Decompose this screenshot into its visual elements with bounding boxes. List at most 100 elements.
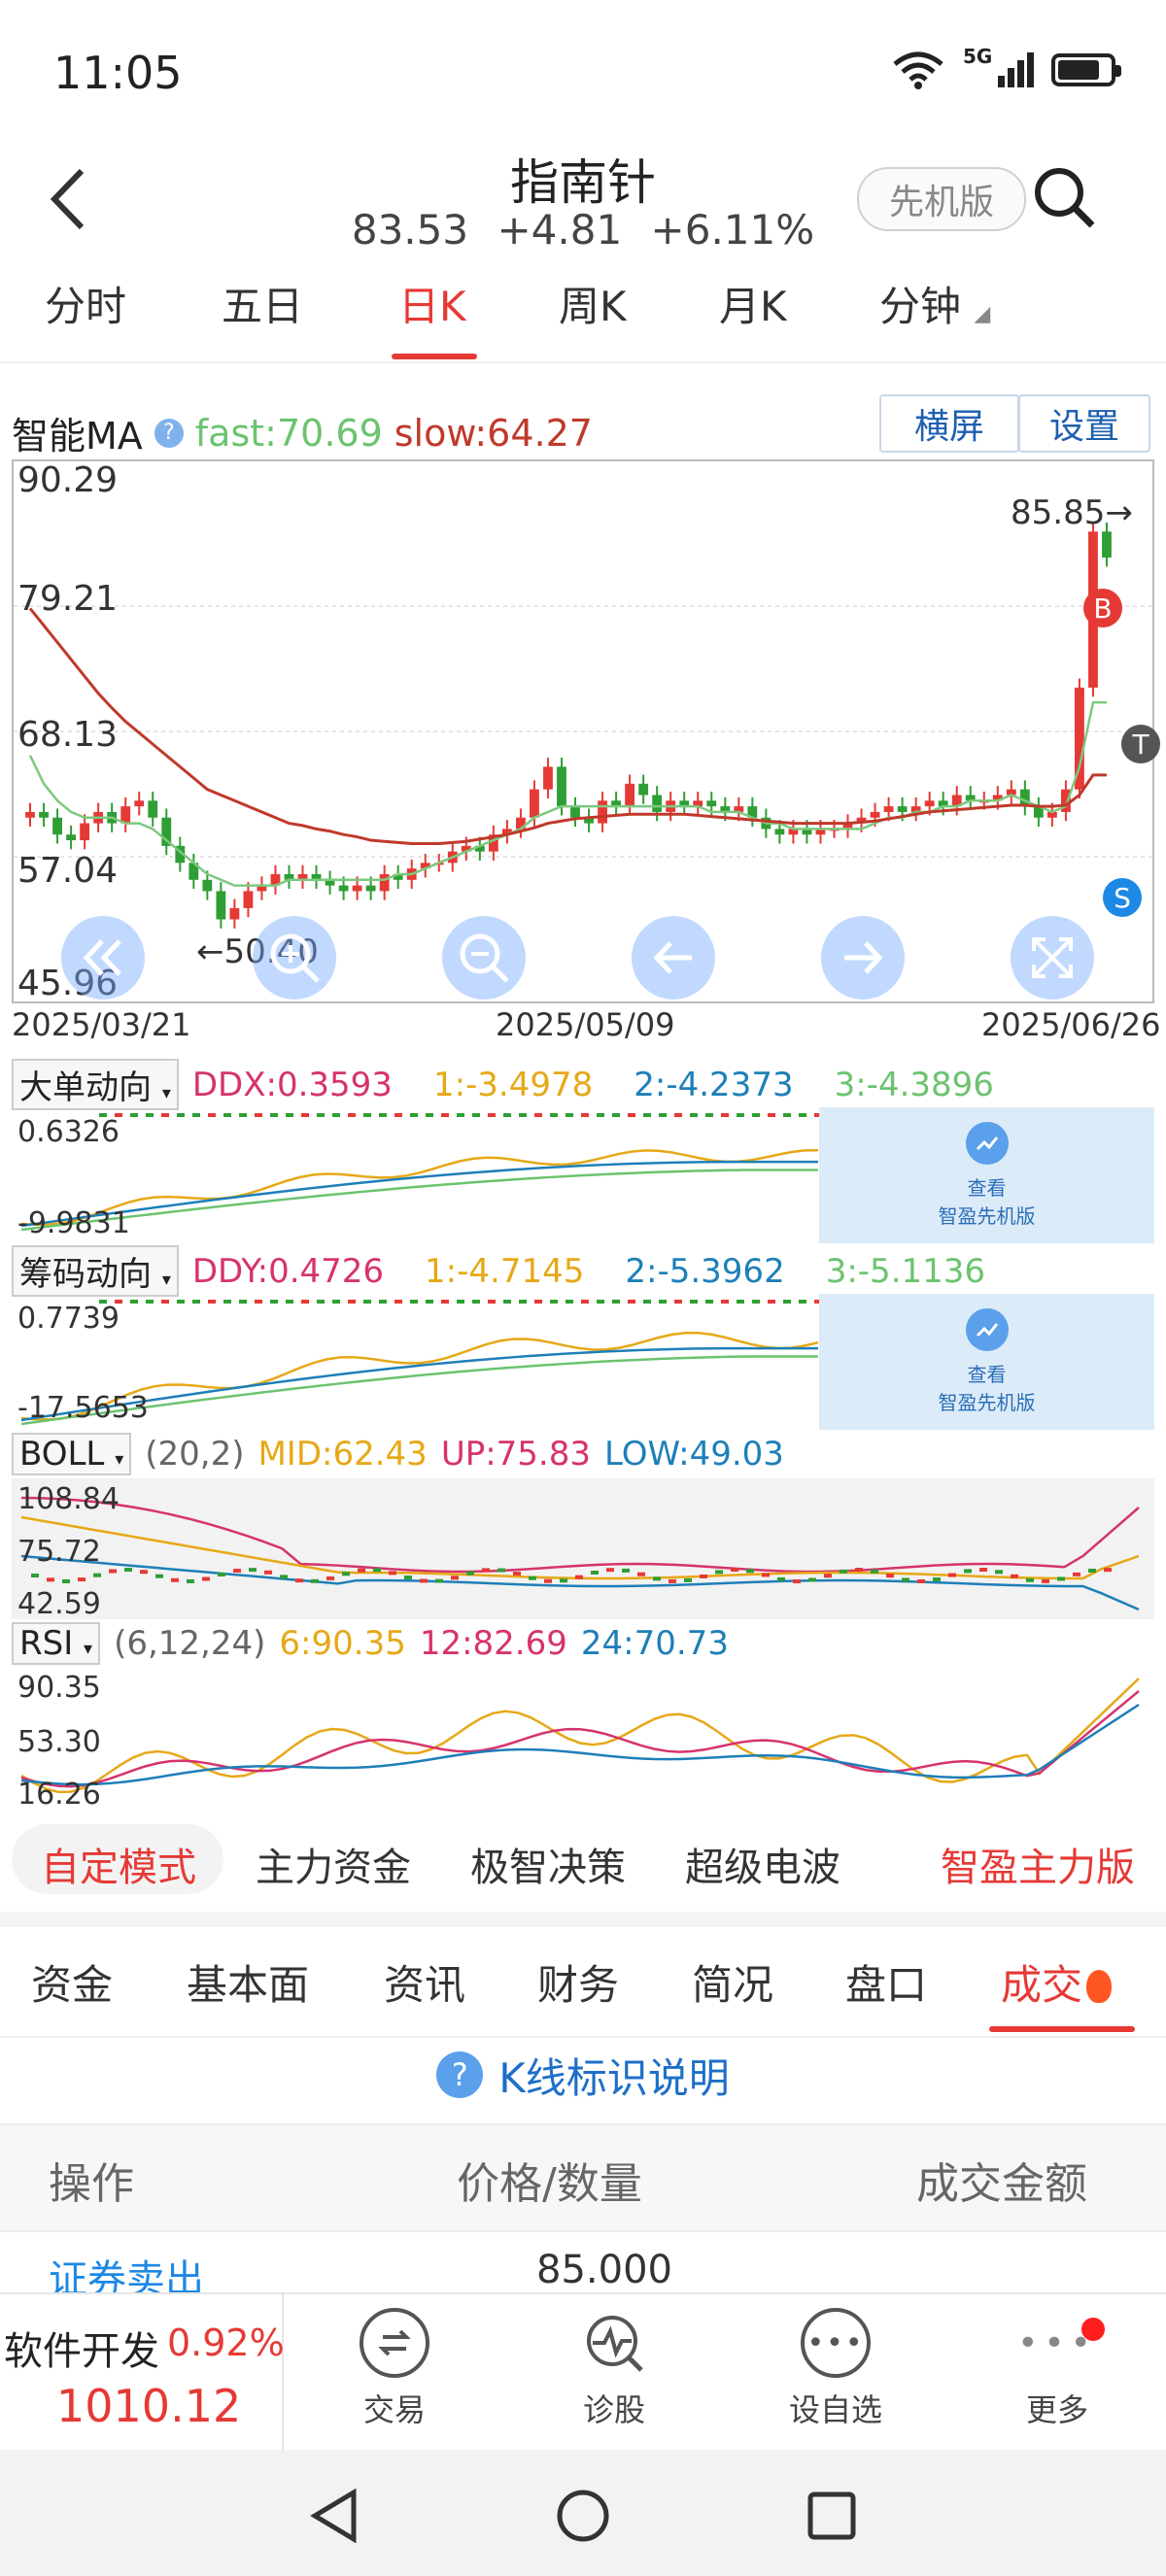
buy-marker[interactable]: B <box>1083 589 1122 627</box>
ddy-selector[interactable]: 筹码动向 ▾ <box>12 1245 179 1297</box>
scroll-right-button[interactable] <box>821 916 905 1000</box>
tab-minute-label: 分钟 <box>879 283 962 330</box>
ddy-bar <box>768 1300 775 1304</box>
ddx-bar <box>192 1113 200 1117</box>
ddx-pro-panel[interactable]: 查看 智盈先机版 <box>819 1107 1154 1243</box>
ddx-bar <box>581 1113 589 1117</box>
boll-candle <box>1057 1576 1065 1581</box>
boll-chart[interactable] <box>12 1478 1154 1619</box>
landscape-button[interactable]: 横屏 <box>879 394 1019 453</box>
sector-index[interactable]: 软件开发 0.92% 1010.12 <box>0 2294 285 2450</box>
candle <box>148 800 158 818</box>
ddx-bar <box>146 1113 154 1117</box>
ddx-ymax: 0.6326 <box>17 1115 120 1149</box>
nav-back-icon[interactable] <box>309 2489 360 2543</box>
ddy-bar <box>643 1300 651 1304</box>
help-icon[interactable]: ? <box>154 418 184 448</box>
ddx-selector[interactable]: 大单动向 ▾ <box>12 1059 179 1110</box>
nav-home-icon[interactable] <box>556 2489 610 2543</box>
add-watchlist-button[interactable]: ••• 设自选 <box>768 2308 904 2444</box>
boll-candle <box>1011 1574 1018 1578</box>
ddy-line3: 3:-5.1136 <box>825 1251 986 1291</box>
info-tab-fundamentals[interactable]: 基本面 <box>187 1952 309 2012</box>
tab-wuri[interactable]: 五日 <box>222 274 303 333</box>
ddy-bar <box>255 1300 262 1304</box>
ddy-bar <box>239 1300 247 1304</box>
info-tab-trades[interactable]: 成交 <box>1001 1952 1113 2012</box>
more-button[interactable]: ••• 更多 <box>989 2308 1125 2444</box>
boll-candle <box>435 1578 443 1583</box>
tab-fenshi[interactable]: 分时 <box>45 274 126 333</box>
boll-candle <box>591 1570 599 1575</box>
ddx-bar <box>208 1113 216 1117</box>
ddx-bar <box>597 1113 604 1117</box>
info-tab-news[interactable]: 资讯 <box>384 1952 465 2012</box>
info-tab-capital[interactable]: 资金 <box>31 1952 113 2012</box>
more-dots-circle-icon: ••• <box>801 2308 871 2378</box>
zoom-out-button[interactable] <box>442 916 526 1000</box>
scroll-left-button[interactable] <box>632 916 715 1000</box>
t-marker[interactable]: T <box>1121 725 1160 763</box>
mode-tab-wave[interactable]: 超级电波 <box>685 1836 840 1892</box>
expand-icon <box>1032 937 1073 978</box>
candle <box>570 806 580 818</box>
tab-minute[interactable]: 分钟 ◢ <box>879 274 990 333</box>
nav-recents-icon[interactable] <box>806 2491 857 2541</box>
mode-tab-decision[interactable]: 极智决策 <box>470 1836 626 1892</box>
mode-tab-main-capital[interactable]: 主力资金 <box>256 1836 411 1892</box>
candle <box>625 783 635 807</box>
diagnose-button[interactable]: 诊股 <box>546 2308 682 2444</box>
candle <box>774 829 785 835</box>
zoom-in-button[interactable] <box>253 916 336 1000</box>
rsi-selector[interactable]: RSI ▾ <box>12 1622 101 1665</box>
tab-weekly-k[interactable]: 周K <box>559 274 627 333</box>
trade-price: 85.000 <box>536 2248 672 2292</box>
rsi-chart[interactable] <box>12 1669 1154 1814</box>
fullscreen-button[interactable] <box>1011 916 1094 1000</box>
ddy-bar <box>332 1300 340 1304</box>
ddy-ymin: -17.5653 <box>17 1391 149 1425</box>
candle <box>52 817 62 835</box>
boll-low: LOW:49.03 <box>604 1435 784 1474</box>
ddx-bar <box>690 1113 698 1117</box>
info-tab-profile[interactable]: 简况 <box>692 1952 773 2012</box>
ddy-bar <box>177 1300 185 1304</box>
tab-daily-k[interactable]: 日K <box>398 274 466 333</box>
info-tabs: 资金 基本面 资讯 财务 简况 盘口 成交 <box>0 1912 1166 2038</box>
ddx-bar <box>379 1113 387 1117</box>
sell-marker[interactable]: S <box>1103 878 1142 917</box>
rsi-24-line <box>20 1703 1140 1786</box>
ddy-bar <box>208 1300 216 1304</box>
pro-version-button[interactable]: 先机版 <box>857 167 1026 231</box>
tab-monthly-k[interactable]: 月K <box>719 274 787 333</box>
kline-chart[interactable] <box>12 459 1154 1003</box>
search-button[interactable] <box>1030 163 1098 231</box>
settings-button[interactable]: 设置 <box>1018 394 1150 453</box>
max-price-label: 85.85→ <box>1011 493 1133 532</box>
boll-candle <box>808 1577 816 1582</box>
candle <box>379 873 390 892</box>
ddy-bar <box>301 1300 309 1304</box>
boll-selector[interactable]: BOLL ▾ <box>12 1433 132 1475</box>
ddx-bar <box>643 1113 651 1117</box>
boll-candle <box>451 1576 459 1580</box>
mode-tab-pro[interactable]: 智盈主力版 <box>941 1836 1135 1892</box>
sector-pct: 0.92% <box>167 2322 285 2364</box>
info-tab-orderbook[interactable]: 盘口 <box>845 1952 927 2012</box>
ddy-bar <box>659 1300 667 1304</box>
ddy-bar <box>488 1300 496 1304</box>
mode-tabs: 自定模式 主力资金 极智决策 超级电波 智盈主力版 <box>0 1824 1166 1902</box>
ddy-pro-panel[interactable]: 查看 智盈先机版 <box>819 1294 1154 1430</box>
mode-tab-custom[interactable]: 自定模式 <box>41 1836 196 1892</box>
ddy-pro-text2: 智盈先机版 <box>938 1391 1036 1414</box>
candle <box>897 806 908 812</box>
trade-button[interactable]: 交易 <box>326 2308 463 2444</box>
info-tab-finance[interactable]: 财务 <box>537 1952 619 2012</box>
boll-candle <box>622 1568 630 1573</box>
ddy-pro-text1: 查看 <box>967 1363 1007 1386</box>
table-row[interactable]: 证券卖出 85.000 <box>0 2230 1166 2298</box>
kline-note[interactable]: ? K线标识说明 <box>0 2036 1166 2114</box>
ddx-line1: 1:-3.4978 <box>432 1065 594 1104</box>
boll-up-line <box>20 1496 1140 1574</box>
scroll-far-left-button[interactable] <box>61 916 145 1000</box>
